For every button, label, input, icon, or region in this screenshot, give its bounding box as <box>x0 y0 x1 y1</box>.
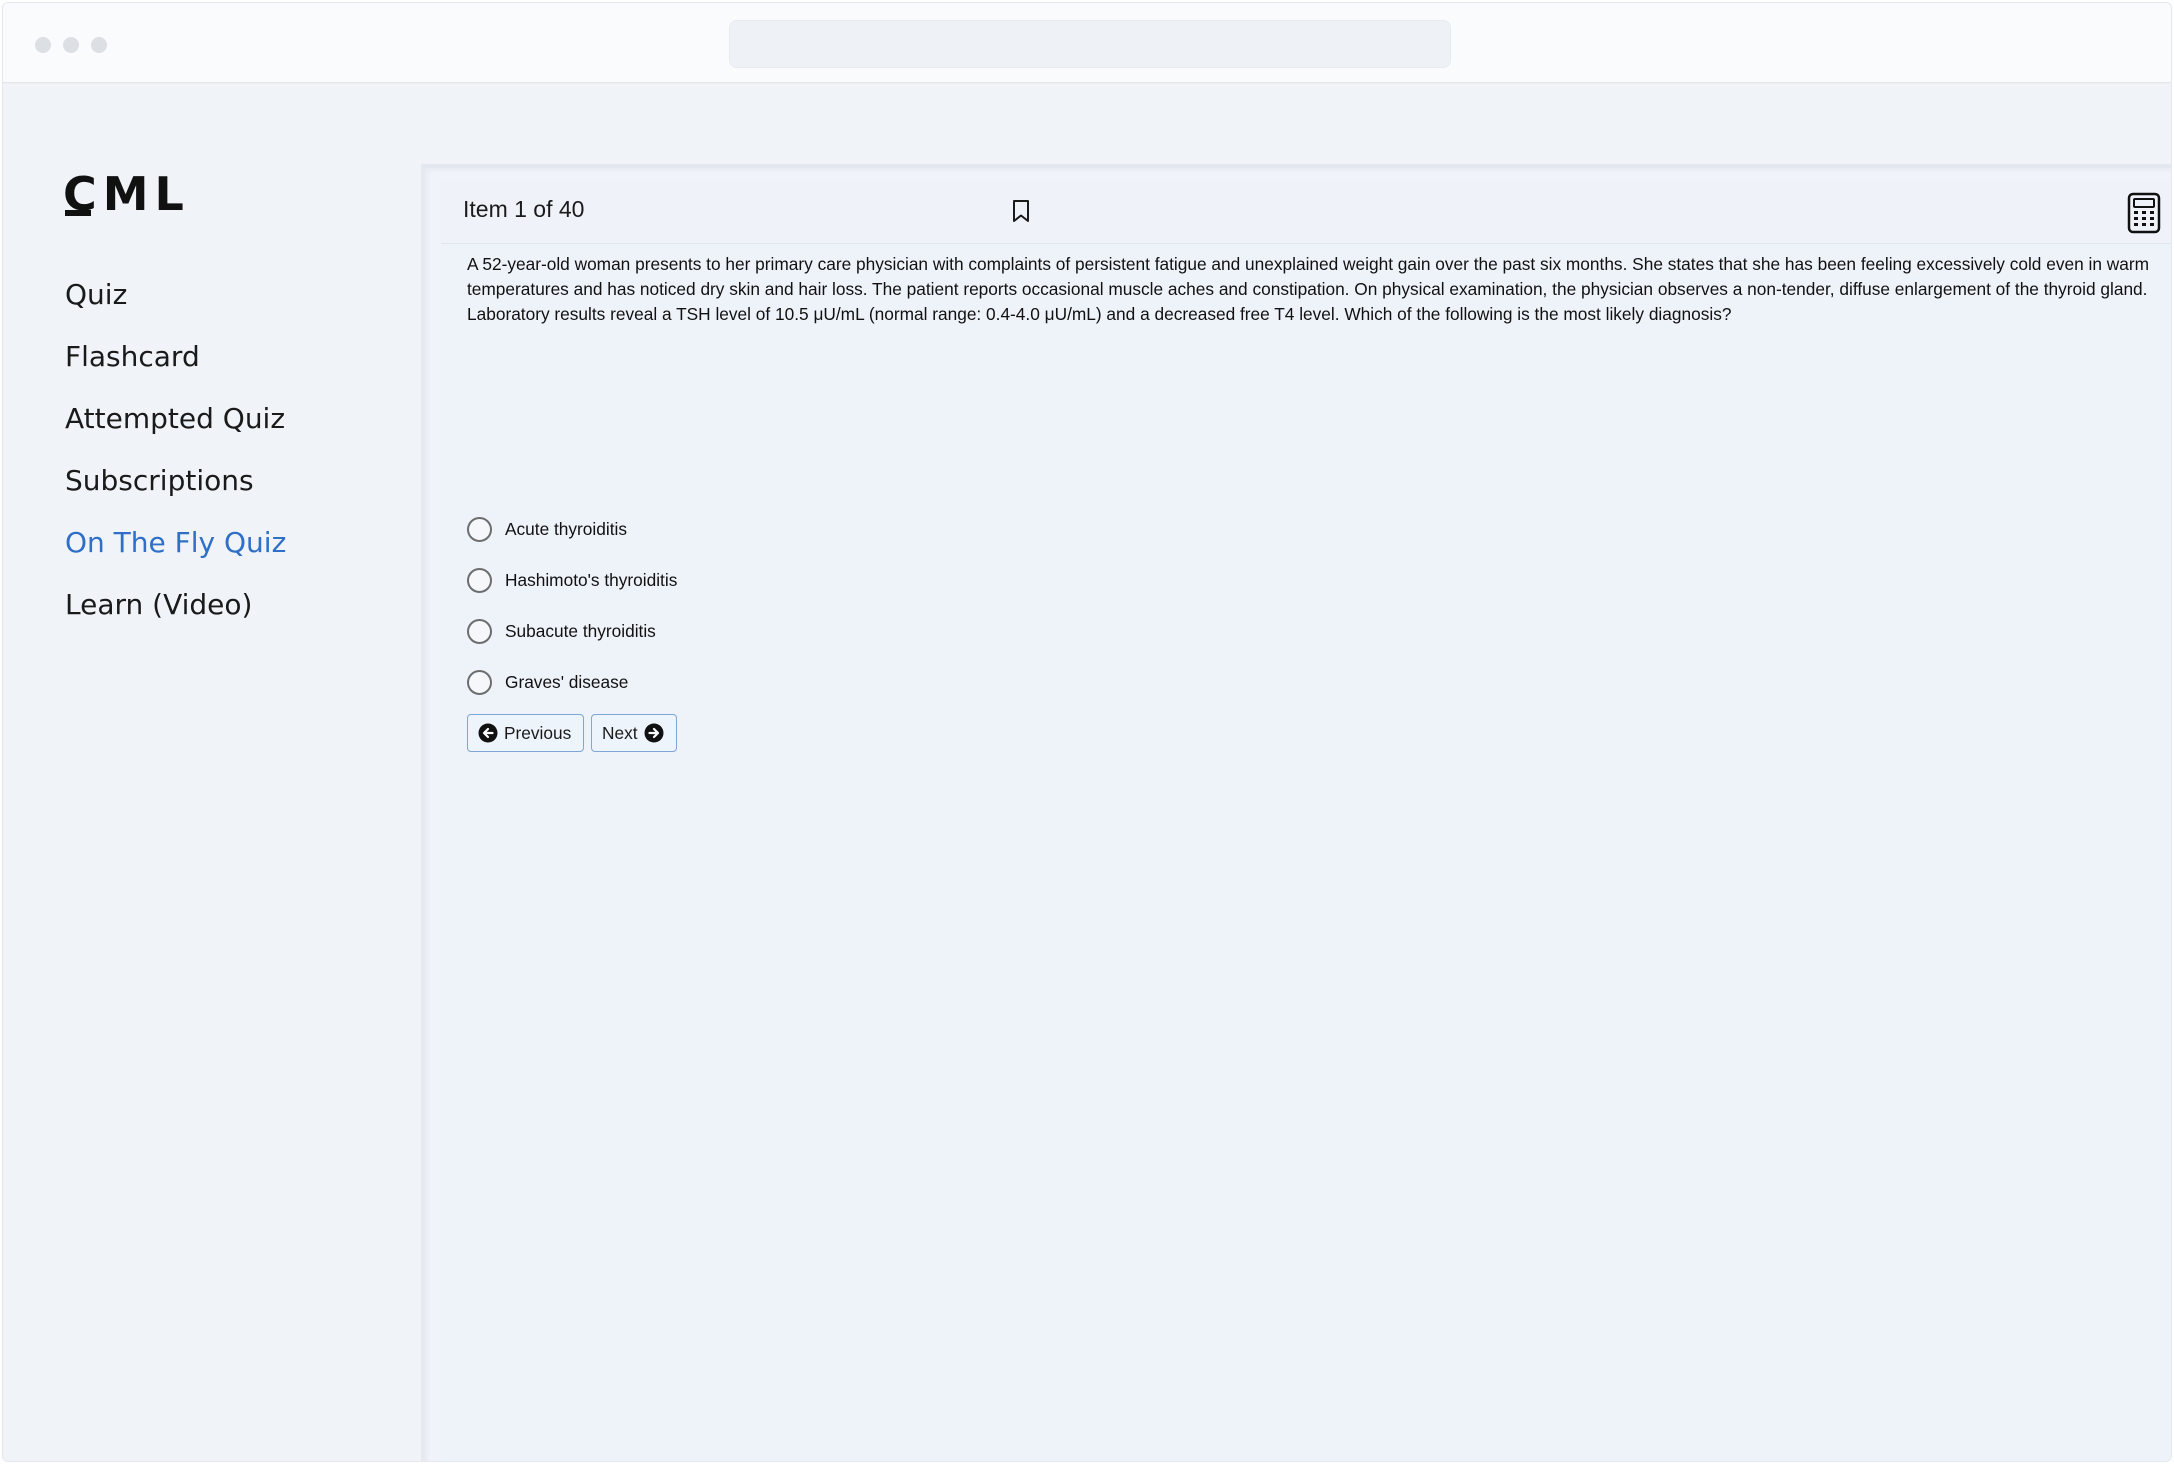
answer-option[interactable]: Graves' disease <box>467 667 628 697</box>
title-bar <box>3 3 2171 83</box>
quiz-card: Item 1 of 40 A 52-year-old woman present… <box>421 164 2171 1461</box>
previous-button-label: Previous <box>504 722 572 743</box>
answer-option-label: Acute thyroiditis <box>505 518 627 539</box>
arrow-circle-right-icon <box>644 723 664 743</box>
answer-option-label: Hashimoto's thyroiditis <box>505 569 678 590</box>
radio-button[interactable] <box>467 669 492 695</box>
item-header: Item 1 of 40 <box>441 182 2171 244</box>
main-panel: Item 1 of 40 A 52-year-old woman present… <box>421 84 2171 1461</box>
radio-button[interactable] <box>467 618 492 644</box>
sidebar-item-learn-video[interactable]: Learn (Video) <box>65 574 286 636</box>
next-button[interactable]: Next <box>591 714 677 752</box>
sidebar-item-attempted-quiz[interactable]: Attempted Quiz <box>65 388 286 450</box>
bookmark-icon[interactable] <box>1011 199 1031 223</box>
sidebar-item-flashcard[interactable]: Flashcard <box>65 326 286 388</box>
sidebar-item-on-the-fly-quiz[interactable]: On The Fly Quiz <box>65 512 286 574</box>
sidebar-item-subscriptions[interactable]: Subscriptions <box>65 450 286 512</box>
quiz-content: Item 1 of 40 A 52-year-old woman present… <box>441 182 2171 1461</box>
sidebar-item-quiz[interactable]: Quiz <box>65 264 286 326</box>
item-title: Item 1 of 40 <box>463 196 585 222</box>
answer-option[interactable]: Hashimoto's thyroiditis <box>467 565 677 595</box>
answer-option[interactable]: Subacute thyroiditis <box>467 616 656 646</box>
window-maximize-dot[interactable] <box>91 37 107 53</box>
address-bar[interactable] <box>729 20 1451 68</box>
next-button-label: Next <box>602 722 638 743</box>
radio-button[interactable] <box>467 516 492 542</box>
sidebar-nav: Quiz Flashcard Attempted Quiz Subscripti… <box>65 264 286 636</box>
answer-option[interactable]: Acute thyroiditis <box>467 514 627 544</box>
browser-window: CML Quiz Flashcard Attempted Quiz Subscr… <box>2 2 2172 1462</box>
previous-button[interactable]: Previous <box>467 714 584 752</box>
sidebar: CML Quiz Flashcard Attempted Quiz Subscr… <box>3 84 421 1461</box>
window-minimize-dot[interactable] <box>63 37 79 53</box>
answer-option-label: Subacute thyroiditis <box>505 620 656 641</box>
question-stem: A 52-year-old woman presents to her prim… <box>467 254 2149 324</box>
window-close-dot[interactable] <box>35 37 51 53</box>
arrow-circle-left-icon <box>478 723 498 743</box>
radio-button[interactable] <box>467 567 492 593</box>
logo-underline <box>65 210 91 216</box>
calculator-icon[interactable] <box>2127 192 2161 234</box>
answer-option-label: Graves' disease <box>505 671 629 692</box>
